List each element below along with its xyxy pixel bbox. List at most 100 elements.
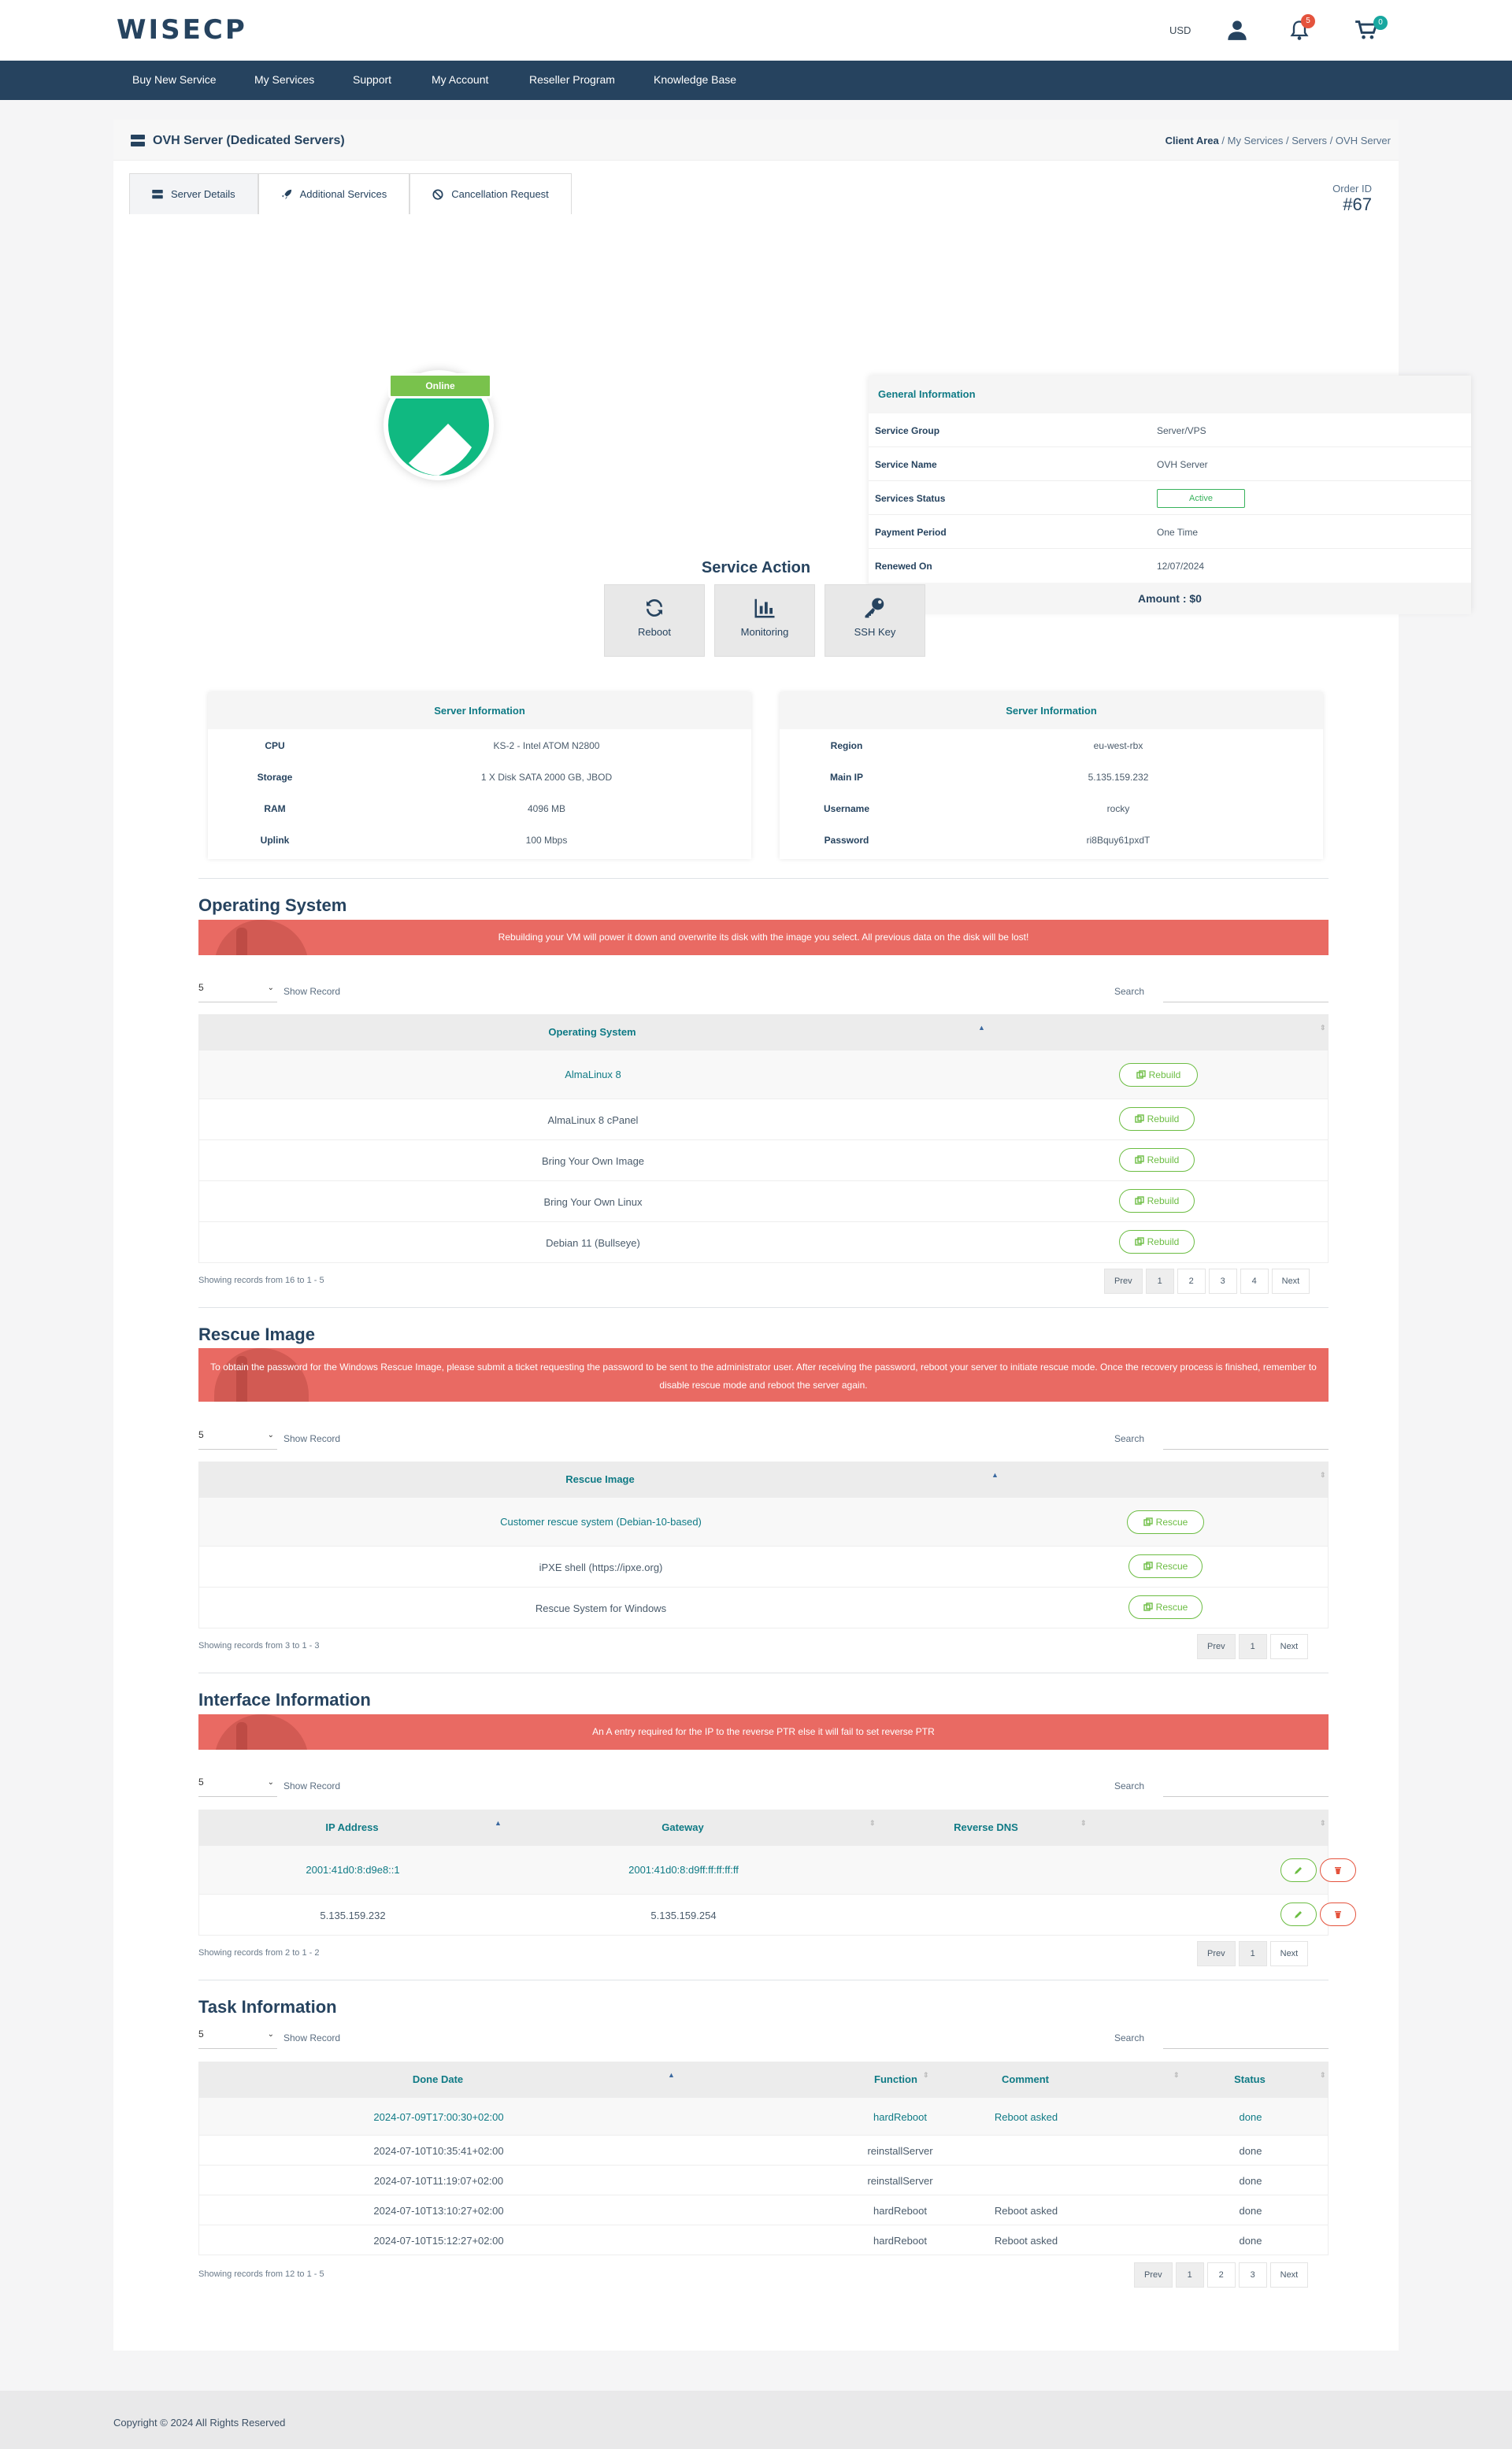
delete-button[interactable] <box>1320 1903 1356 1926</box>
user-icon[interactable] <box>1226 19 1248 41</box>
sort-asc-icon[interactable]: ▲ <box>668 2071 675 2079</box>
copy-icon <box>1143 1602 1153 1611</box>
next-button[interactable]: Next <box>1269 2262 1309 2288</box>
order-id-value: #67 <box>1343 195 1372 214</box>
next-button[interactable]: Next <box>1269 1634 1309 1659</box>
rescue-button[interactable]: Rescue <box>1128 1554 1203 1578</box>
prev-button[interactable]: Prev <box>1197 1941 1236 1966</box>
table-row: Rescue System for Windows Rescue <box>198 1588 1329 1628</box>
alert-text: To obtain the password for the Windows R… <box>210 1362 1317 1391</box>
column-header-gateway[interactable]: Gateway <box>506 1821 860 1833</box>
page-button[interactable]: 2 <box>1177 1269 1206 1294</box>
rebuild-button[interactable]: Rebuild <box>1119 1063 1198 1087</box>
nav-my-account[interactable]: My Account <box>432 73 488 86</box>
column-header-comment[interactable]: Comment <box>954 2073 1096 2085</box>
rebuild-button[interactable]: Rebuild <box>1119 1107 1195 1131</box>
info-value: KS-2 - Intel ATOM N2800 <box>493 740 600 751</box>
sort-icon[interactable]: ⇕ <box>1320 1819 1326 1828</box>
edit-button[interactable] <box>1280 1858 1317 1882</box>
tab-server-details[interactable]: Server Details <box>129 173 258 214</box>
info-key: Services Status <box>875 493 946 504</box>
info-row: Region eu-west-rbx <box>780 729 1323 761</box>
search-input[interactable] <box>1163 982 1329 1002</box>
search-input[interactable] <box>1163 1777 1329 1797</box>
copy-icon <box>1143 1562 1153 1570</box>
page-length-select[interactable]: 5 ⌄ <box>198 1777 277 1797</box>
alert-text: Rebuilding your VM will power it down an… <box>498 932 1029 943</box>
rescue-button[interactable]: Rescue <box>1127 1510 1204 1534</box>
page-button[interactable]: 1 <box>1238 1941 1267 1966</box>
sort-icon[interactable]: ⇕ <box>869 1819 876 1828</box>
breadcrumb-servers[interactable]: Servers <box>1292 135 1327 146</box>
task-comment: Reboot asked <box>994 2205 1058 2217</box>
page-button[interactable]: 3 <box>1238 2262 1267 2288</box>
page-button[interactable]: 2 <box>1206 2262 1236 2288</box>
nav-my-services[interactable]: My Services <box>254 73 314 86</box>
prev-button[interactable]: Prev <box>1197 1634 1236 1659</box>
prev-button[interactable]: Prev <box>1134 2262 1173 2288</box>
sort-asc-icon[interactable]: ▲ <box>495 1819 502 1827</box>
server-info-title: Server Information <box>208 692 751 729</box>
sort-icon[interactable]: ⇕ <box>1320 1471 1326 1480</box>
breadcrumb-client-area[interactable]: Client Area <box>1166 135 1219 146</box>
page-button[interactable]: 4 <box>1240 1269 1269 1294</box>
page-length-select[interactable]: 5 ⌄ <box>198 2028 277 2049</box>
sort-icon[interactable]: ⇕ <box>1320 1024 1326 1032</box>
column-header-rescue[interactable]: Rescue Image <box>198 1473 1002 1485</box>
edit-button[interactable] <box>1280 1903 1317 1926</box>
info-row: Service Group Server/VPS <box>869 413 1471 447</box>
ssh-key-button[interactable]: SSH Key <box>825 584 925 657</box>
table-header: Done Date ▲ Function ⇕ Comment ⇕ Status … <box>198 2062 1329 2098</box>
reboot-button[interactable]: Reboot <box>604 584 705 657</box>
column-header-done-date[interactable]: Done Date <box>198 2073 677 2085</box>
site-logo[interactable]: WISECP <box>117 14 247 46</box>
search-input[interactable] <box>1163 2028 1329 2049</box>
column-header-status[interactable]: Status <box>1199 2073 1301 2085</box>
currency-selector[interactable]: USD <box>1169 24 1191 36</box>
rebuild-button[interactable]: Rebuild <box>1119 1148 1195 1172</box>
nav-support[interactable]: Support <box>353 73 391 86</box>
column-header-reverse-dns[interactable]: Reverse DNS <box>907 1821 1065 1833</box>
sort-icon[interactable]: ⇕ <box>1173 2071 1180 2080</box>
page-button[interactable]: 3 <box>1208 1269 1237 1294</box>
page-button[interactable]: 1 <box>1175 2262 1204 2288</box>
nav-reseller-program[interactable]: Reseller Program <box>529 73 615 86</box>
page-length-select[interactable]: 5 ⌄ <box>198 982 277 1002</box>
alert-decoration <box>214 1714 309 1750</box>
page-length-value: 5 <box>198 2028 204 2040</box>
sort-asc-icon[interactable]: ▲ <box>991 1471 999 1479</box>
page-button[interactable]: 1 <box>1238 1634 1267 1659</box>
interface-warning-alert: An A entry required for the IP to the re… <box>198 1714 1329 1750</box>
rebuild-label: Rebuild <box>1147 1113 1180 1124</box>
chart-bar-icon <box>754 598 775 618</box>
next-button[interactable]: Next <box>1271 1269 1310 1294</box>
tab-label: Additional Services <box>299 188 387 200</box>
sort-asc-icon[interactable]: ▲ <box>978 1024 985 1032</box>
tab-cancellation-request[interactable]: Cancellation Request <box>410 173 572 214</box>
page-length-select[interactable]: 5 ⌄ <box>198 1429 277 1450</box>
rebuild-button[interactable]: Rebuild <box>1119 1230 1195 1254</box>
rescue-button[interactable]: Rescue <box>1128 1595 1203 1619</box>
sort-icon[interactable]: ⇕ <box>923 2071 929 2080</box>
search-input[interactable] <box>1163 1429 1329 1450</box>
delete-button[interactable] <box>1320 1858 1356 1882</box>
monitoring-button[interactable]: Monitoring <box>714 584 815 657</box>
info-key: Username <box>823 803 870 814</box>
info-key: Uplink <box>260 835 290 846</box>
alert-decoration <box>214 1348 309 1402</box>
tab-additional-services[interactable]: Additional Services <box>258 173 410 214</box>
sort-icon[interactable]: ⇕ <box>1320 2071 1326 2080</box>
sync-icon <box>647 598 662 617</box>
sort-icon[interactable]: ⇕ <box>1080 1819 1087 1828</box>
column-header-os[interactable]: Operating System <box>198 1026 986 1038</box>
nav-buy-new-service[interactable]: Buy New Service <box>132 73 217 86</box>
column-header-ip[interactable]: IP Address <box>198 1821 506 1833</box>
prev-button[interactable]: Prev <box>1104 1269 1143 1294</box>
rebuild-button[interactable]: Rebuild <box>1119 1189 1195 1213</box>
next-button[interactable]: Next <box>1269 1941 1309 1966</box>
page-button[interactable]: 1 <box>1145 1269 1174 1294</box>
table-row: 2001:41d0:8:d9e8::1 2001:41d0:8:d9ff:ff:… <box>198 1846 1356 1895</box>
nav-knowledge-base[interactable]: Knowledge Base <box>654 73 736 86</box>
rebuild-label: Rebuild <box>1147 1195 1180 1206</box>
breadcrumb-my-services[interactable]: My Services <box>1228 135 1284 146</box>
